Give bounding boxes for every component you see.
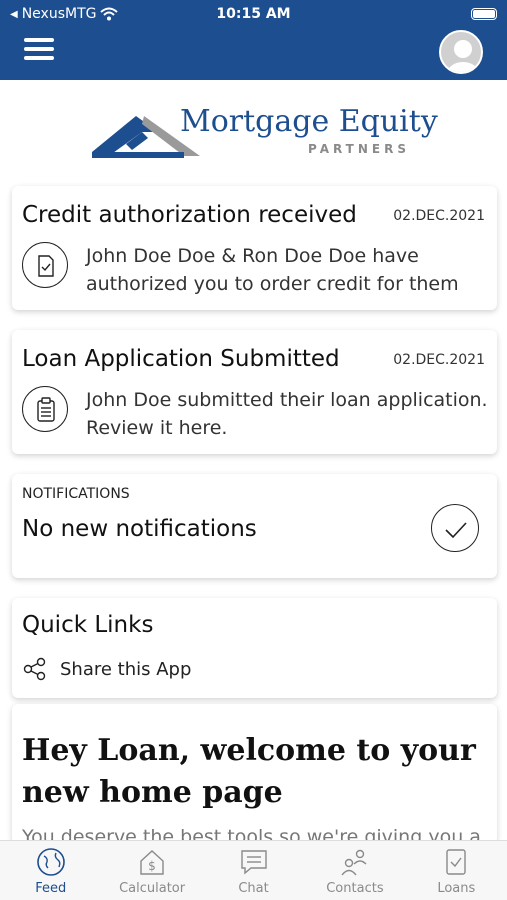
notifications-text: No new notifications [22,516,257,542]
card-body-line: Review it here. [86,417,228,439]
logo-name: Mortgage Equity [180,104,438,139]
share-app-link[interactable]: Share this App [22,656,191,682]
globe-icon [36,848,65,876]
svg-text:$: $ [148,859,156,873]
hamburger-icon[interactable] [24,38,54,62]
tab-label: Chat [238,881,269,896]
battery-icon [471,8,497,20]
clipboard-icon [22,386,68,432]
chat-icon [240,850,267,875]
quick-links-card: Quick Links Share this App [12,598,497,698]
card-body-line: John Doe submitted their loan applicatio… [86,389,488,411]
card-body-line: authorized you to order credit for them [86,273,459,295]
checkmark-circle-icon [431,504,479,552]
card-date: 02.DEC.2021 [393,352,485,368]
card-date: 02.DEC.2021 [393,208,485,224]
feed-card-loan[interactable]: Loan Application Submitted 02.DEC.2021 J… [12,330,497,454]
notifications-label: NOTIFICATIONS [22,486,130,502]
status-bar: ◀ NexusMTG 10:15 AM [0,6,507,24]
feed-content[interactable]: Mortgage Equity PARTNERS Credit authoriz… [0,80,507,840]
quick-links-title: Quick Links [22,612,154,638]
card-body-line: John Doe Doe & Ron Doe Doe have [86,245,419,267]
welcome-heading-line: new home page [22,775,283,810]
card-title: Loan Application Submitted [22,346,340,372]
tab-chat[interactable]: Chat [203,841,304,900]
top-bar: ◀ NexusMTG 10:15 AM [0,0,507,80]
share-app-label: Share this App [60,658,192,680]
tab-label: Loans [437,881,476,896]
document-check-icon [22,242,68,288]
tab-feed[interactable]: Feed [0,841,101,900]
calculator-icon: $ [140,850,164,875]
bottom-tab-bar: Feed $ Calculator Chat Contacts Loans [0,840,507,900]
user-avatar-icon[interactable] [439,30,483,74]
feed-card-credit[interactable]: Credit authorization received 02.DEC.202… [12,186,497,310]
welcome-body: You deserve the best tools so we're givi… [22,826,481,840]
tab-label: Contacts [326,881,384,896]
clock: 10:15 AM [216,6,291,22]
card-body: John Doe submitted their loan applicatio… [86,386,488,442]
notifications-card: NOTIFICATIONS No new notifications [12,474,497,578]
welcome-heading: Hey Loan, welcome to your new home page [22,730,482,814]
welcome-heading-line: Hey Loan, welcome to your [22,733,476,768]
share-icon [23,657,46,681]
tab-contacts[interactable]: Contacts [304,841,405,900]
contacts-icon [341,849,367,876]
company-logo: Mortgage Equity PARTNERS [0,100,507,170]
tab-label: Calculator [119,881,186,896]
card-title: Credit authorization received [22,202,357,228]
tab-loans[interactable]: Loans [406,841,507,900]
loans-icon [446,849,467,875]
tab-label: Feed [35,881,67,896]
logo-tagline: PARTNERS [308,142,410,156]
welcome-card: Hey Loan, welcome to your new home page … [12,704,497,840]
card-body: John Doe Doe & Ron Doe Doe have authoriz… [86,242,459,298]
tab-calculator[interactable]: $ Calculator [101,841,202,900]
